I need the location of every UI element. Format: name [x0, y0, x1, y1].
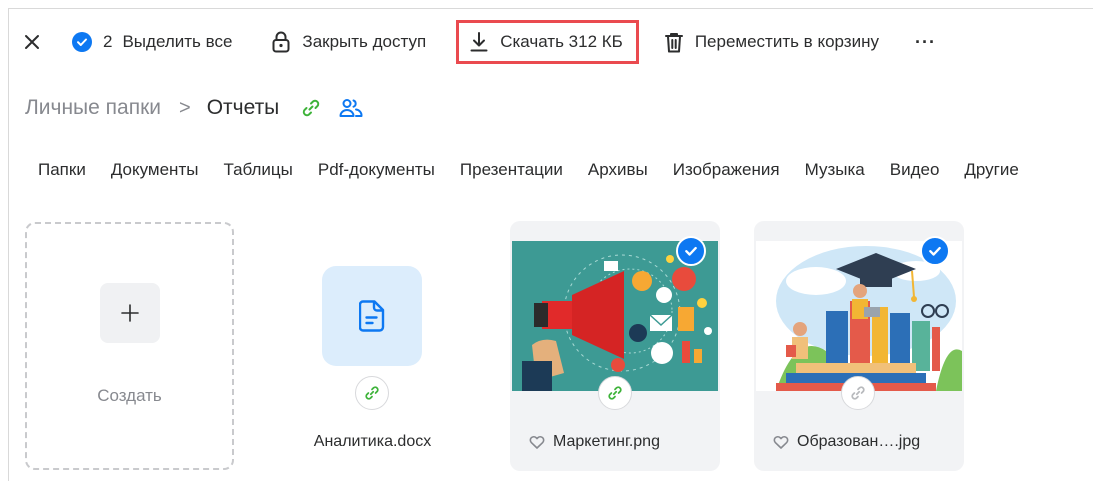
filter-pdf[interactable]: Pdf-документы	[318, 160, 435, 180]
filter-spreadsheets[interactable]: Таблицы	[223, 160, 292, 180]
filter-presentations[interactable]: Презентации	[460, 160, 563, 180]
create-tile[interactable]: Создать	[25, 222, 234, 470]
filter-music[interactable]: Музыка	[805, 160, 865, 180]
document-icon	[322, 266, 422, 366]
selection-toolbar: 2 Выделить все Закрыть доступ Скачать 31…	[20, 20, 936, 64]
create-label: Создать	[97, 386, 162, 405]
more-actions-button[interactable]: ···	[915, 32, 936, 53]
file-tile-document[interactable]: Аналитика.docx	[270, 222, 475, 472]
public-link-badge[interactable]	[841, 376, 875, 410]
close-access-label: Закрыть доступ	[302, 32, 427, 51]
file-name: Аналитика.docx	[313, 433, 432, 450]
panel-border-left	[8, 8, 9, 481]
link-icon	[365, 386, 379, 400]
plus-icon	[100, 283, 160, 343]
share-link-icon[interactable]	[301, 98, 321, 118]
selected-check-icon[interactable]	[676, 236, 706, 266]
selected-check-icon[interactable]	[920, 236, 950, 266]
breadcrumb-separator: >	[179, 96, 191, 119]
file-tile-image-education[interactable]: Образован….jpg	[754, 221, 964, 471]
move-to-trash-label: Переместить в корзину	[694, 32, 879, 51]
download-label: Скачать 312 КБ	[500, 32, 623, 51]
public-link-badge[interactable]	[598, 376, 632, 410]
select-all-label: Выделить все	[122, 32, 233, 51]
download-button[interactable]: Скачать 312 КБ	[456, 20, 639, 64]
shared-users-icon[interactable]	[339, 98, 363, 118]
more-icon: ···	[914, 31, 936, 52]
filter-documents[interactable]: Документы	[111, 160, 199, 180]
link-icon	[851, 386, 865, 400]
heart-icon[interactable]	[529, 435, 545, 449]
file-name: Образован….jpg	[797, 433, 921, 450]
filter-archives[interactable]: Архивы	[588, 160, 648, 180]
close-access-button[interactable]: Закрыть доступ	[272, 31, 426, 53]
panel-border-top	[8, 8, 1093, 9]
breadcrumb-current: Отчеты	[206, 96, 280, 119]
link-icon	[608, 386, 622, 400]
breadcrumb-parent-link[interactable]: Личные папки	[25, 96, 161, 120]
filter-images[interactable]: Изображения	[673, 160, 780, 180]
heart-icon[interactable]	[773, 435, 789, 449]
select-all-button[interactable]: 2 Выделить все	[72, 32, 232, 52]
check-circle-icon	[72, 32, 92, 52]
file-name: Маркетинг.png	[553, 433, 660, 450]
breadcrumb: Личные папки > Отчеты	[25, 96, 381, 120]
move-to-trash-button[interactable]: Переместить в корзину	[664, 32, 879, 53]
trash-icon	[664, 32, 683, 52]
close-icon	[25, 35, 39, 49]
close-selection-button[interactable]	[20, 30, 44, 54]
selected-count: 2	[103, 32, 113, 51]
file-caption: Маркетинг.png	[529, 433, 660, 451]
download-icon	[470, 32, 488, 52]
file-tile-image-marketing[interactable]: Маркетинг.png	[510, 221, 720, 471]
file-type-filters: Папки Документы Таблицы Pdf-документы Пр…	[38, 160, 1019, 180]
lock-icon	[272, 31, 290, 53]
filter-other[interactable]: Другие	[964, 160, 1018, 180]
filter-video[interactable]: Видео	[890, 160, 940, 180]
file-caption: Образован….jpg	[773, 433, 920, 451]
filter-folders[interactable]: Папки	[38, 160, 86, 180]
public-link-badge[interactable]	[355, 376, 389, 410]
